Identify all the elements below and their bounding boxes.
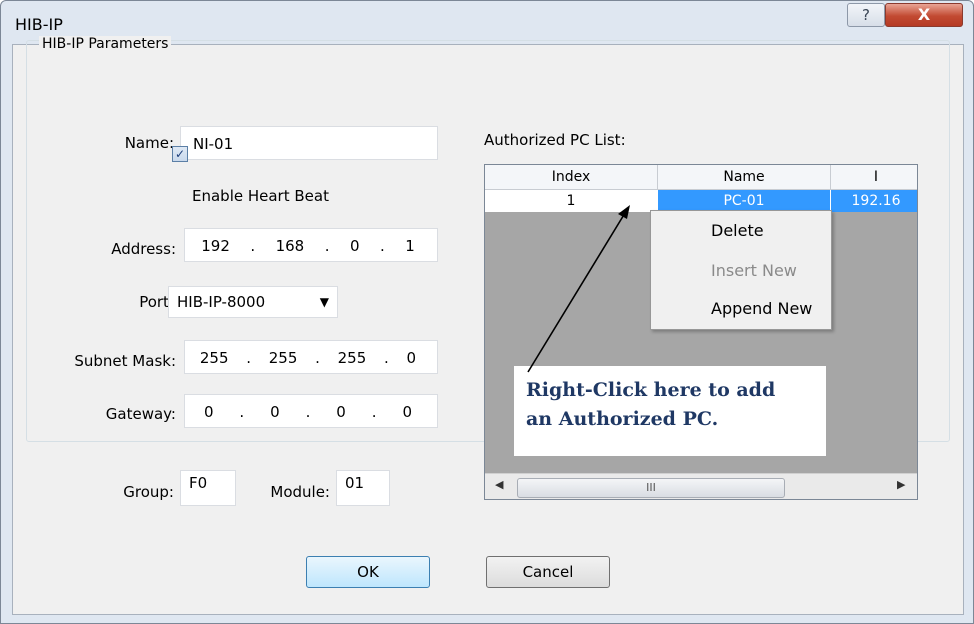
menu-item-append-new[interactable]: Append New [711, 299, 812, 318]
cancel-button[interactable]: Cancel [486, 556, 610, 588]
menu-item-insert-new[interactable]: Insert New [711, 261, 797, 280]
ok-button[interactable]: OK [306, 556, 430, 588]
menu-item-delete[interactable]: Delete [711, 221, 764, 240]
context-menu: Delete Insert New Append New [650, 210, 832, 330]
